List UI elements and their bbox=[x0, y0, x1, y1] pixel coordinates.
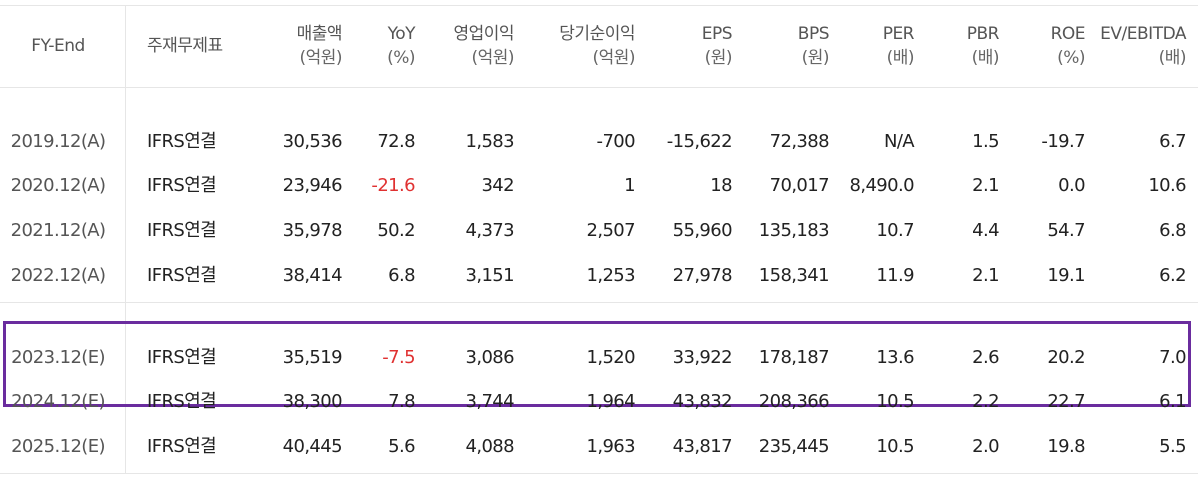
cell-operating-profit: 342 bbox=[481, 175, 514, 196]
header-unit: (%) bbox=[1057, 48, 1085, 68]
cell-ev-ebitda: 6.8 bbox=[1159, 220, 1186, 241]
header-roe: ROE (%) bbox=[945, 22, 1086, 70]
cell-fy-end: 2024.12(E) bbox=[11, 391, 105, 412]
header-label: FY-End bbox=[31, 36, 85, 56]
cell-fy-end: 2022.12(A) bbox=[10, 265, 106, 286]
table-top-border bbox=[0, 5, 1198, 6]
cell-fy-end: 2019.12(A) bbox=[10, 131, 106, 152]
header-fy-end: FY-End bbox=[0, 34, 128, 58]
cell-fy-end: 2021.12(A) bbox=[10, 220, 106, 241]
header-operating-profit: 영업이익 (억원) bbox=[374, 22, 514, 70]
cell-operating-profit: 4,373 bbox=[465, 220, 514, 241]
cell-operating-profit: 3,086 bbox=[465, 347, 514, 368]
header-label: EV/EBITDA bbox=[1100, 24, 1186, 44]
cell-operating-profit: 3,151 bbox=[465, 265, 514, 286]
cell-operating-profit: 4,088 bbox=[465, 436, 514, 457]
cell-operating-profit: 3,744 bbox=[465, 391, 514, 412]
header-label: ROE bbox=[1050, 24, 1086, 44]
cell-ev-ebitda: 7.0 bbox=[1159, 347, 1186, 368]
cell-fy-end: 2025.12(E) bbox=[11, 436, 105, 457]
cell-ev-ebitda: 5.5 bbox=[1159, 436, 1186, 457]
actual-section-bottom-border bbox=[0, 302, 1198, 303]
cell-ev-ebitda: 6.7 bbox=[1159, 131, 1186, 152]
cell-fy-end: 2020.12(A) bbox=[10, 175, 106, 196]
cell-ev-ebitda: 6.1 bbox=[1159, 391, 1186, 412]
header-ev-ebitda: EV/EBITDA (배) bbox=[1076, 22, 1186, 70]
cell-ev-ebitda: 10.6 bbox=[1148, 175, 1186, 196]
header-unit: (배) bbox=[1158, 48, 1187, 68]
financial-table: FY-End 주재무제표 매출액 (억원) YoY (%) 영업이익 (억원) 당기순이익 (억원… bbox=[0, 0, 1198, 480]
header-bottom-border bbox=[0, 87, 1198, 88]
cell-fy-end: 2023.12(E) bbox=[11, 347, 105, 368]
header-unit: (억원) bbox=[471, 48, 514, 68]
cell-operating-profit: 1,583 bbox=[465, 131, 514, 152]
table-bottom-border bbox=[0, 473, 1198, 474]
header-label: 영업이익 bbox=[453, 24, 514, 44]
cell-ev-ebitda: 6.2 bbox=[1159, 265, 1186, 286]
